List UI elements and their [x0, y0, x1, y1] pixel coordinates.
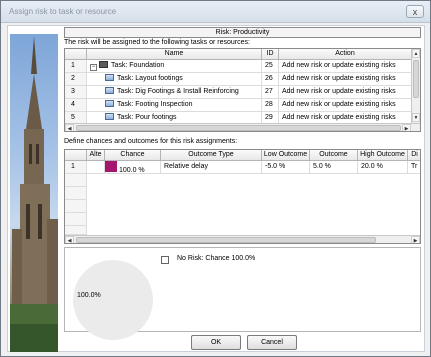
title-bar: Assign risk to task or resource x: [1, 1, 430, 23]
chance-value: 100.0 %: [118, 167, 145, 174]
table-row-id: 25: [262, 60, 279, 73]
outcome-type-cell[interactable]: Relative delay: [161, 161, 262, 174]
empty-row: [65, 187, 87, 200]
scroll-right-icon[interactable]: ▶: [411, 236, 420, 243]
table-row-action[interactable]: Add new risk or update existing risks: [279, 86, 412, 99]
risk-chart-panel: 100.0% No Risk: Chance 100.0%: [64, 247, 421, 340]
legend-swatch: [161, 256, 169, 264]
task-icon: [105, 100, 114, 107]
empty-row: [65, 226, 87, 235]
scroll-left-icon[interactable]: ◀: [65, 124, 74, 131]
outcomes-grid: Alte Chance Outcome Type Low Outcome Out…: [64, 149, 421, 244]
window-title: Assign risk to task or resource: [9, 7, 117, 16]
tasks-vertical-scrollbar[interactable]: ▲ ▼: [411, 49, 420, 123]
close-button[interactable]: x: [406, 5, 424, 18]
table-row-number: 1: [65, 60, 87, 73]
task-icon: [105, 74, 114, 81]
table-row-number: 3: [65, 86, 87, 99]
tasks-header-name[interactable]: Name: [87, 49, 262, 60]
di-cell[interactable]: Tr: [408, 161, 420, 174]
outcomes-horizontal-scrollbar[interactable]: ◀ ▶: [65, 235, 420, 243]
summary-task-icon: [99, 61, 108, 68]
risk-color-swatch: [105, 161, 117, 172]
table-row-id: 28: [262, 99, 279, 112]
scroll-up-icon[interactable]: ▲: [412, 49, 420, 58]
tasks-horizontal-scrollbar[interactable]: ◀ ▶: [65, 123, 420, 131]
table-row-number: 4: [65, 99, 87, 112]
table-row-name[interactable]: Task: Dig Footings & Install Reinforcing: [87, 86, 262, 99]
table-row-id: 27: [262, 86, 279, 99]
cancel-button[interactable]: Cancel: [247, 335, 297, 350]
empty-row: [65, 213, 87, 226]
risk-title: Risk: Productivity: [64, 27, 421, 38]
task-name: Task: Pour footings: [117, 114, 177, 121]
high-outcome-cell[interactable]: 20.0 %: [358, 161, 408, 174]
outcomes-header-rownum: [65, 150, 87, 161]
tasks-header-action[interactable]: Action: [279, 49, 412, 60]
table-row-number: 2: [65, 73, 87, 86]
assign-label: The risk will be assigned to the followi…: [64, 39, 250, 46]
low-outcome-cell[interactable]: -5.0 %: [262, 161, 310, 174]
task-name: Task: Foundation: [111, 62, 165, 69]
outcomes-header-alte[interactable]: Alte: [87, 150, 105, 161]
outcome-chance-cell[interactable]: 100.0 %: [105, 161, 161, 174]
task-name: Task: Dig Footings & Install Reinforcing: [117, 88, 239, 95]
outcome-alternative[interactable]: [87, 161, 105, 174]
table-row-action[interactable]: Add new risk or update existing risks: [279, 60, 412, 73]
outcome-cell[interactable]: 5.0 %: [310, 161, 358, 174]
scroll-down-icon[interactable]: ▼: [412, 113, 420, 122]
collapse-icon[interactable]: −: [90, 64, 97, 71]
scroll-left-icon[interactable]: ◀: [65, 236, 74, 243]
table-row-name[interactable]: Task: Footing Inspection: [87, 99, 262, 112]
table-row-id: 26: [262, 73, 279, 86]
assign-risk-dialog: Assign risk to task or resource x Risk: …: [0, 0, 431, 357]
dialog-content: Risk: Productivity The risk will be assi…: [7, 25, 425, 352]
tasks-header-rownum: [65, 49, 87, 60]
outcomes-header-chance[interactable]: Chance: [105, 150, 161, 161]
scroll-thumb[interactable]: [413, 60, 419, 98]
outcomes-header-di[interactable]: Di: [408, 150, 420, 161]
outcomes-header-high-outcome[interactable]: High Outcome: [358, 150, 408, 161]
task-name: Task: Footing Inspection: [117, 101, 193, 108]
define-label: Define chances and outcomes for this ris…: [64, 138, 238, 145]
ok-button[interactable]: OK: [191, 335, 241, 350]
outcomes-header-low-outcome[interactable]: Low Outcome: [262, 150, 310, 161]
cathedral-image: [10, 34, 58, 352]
tasks-header-id[interactable]: ID: [262, 49, 279, 60]
table-row-name[interactable]: Task: Layout footings: [87, 73, 262, 86]
table-row-action[interactable]: Add new risk or update existing risks: [279, 73, 412, 86]
table-row-name[interactable]: − Task: Foundation: [87, 60, 262, 73]
scroll-right-icon[interactable]: ▶: [402, 124, 411, 131]
scroll-thumb[interactable]: [76, 237, 376, 243]
cathedral-illustration: [10, 36, 58, 352]
task-name: Task: Layout footings: [117, 75, 183, 82]
tasks-grid: Name ID Action 1 − Task: Foundation 25 Ad…: [64, 48, 421, 132]
task-icon: [105, 113, 114, 120]
legend-label: No Risk: Chance 100.0%: [177, 255, 256, 262]
outcomes-header-outcome[interactable]: Outcome: [310, 150, 358, 161]
task-icon: [105, 87, 114, 94]
outcomes-header-outcome-type[interactable]: Outcome Type: [161, 150, 262, 161]
pie-chart: [73, 260, 153, 340]
empty-row: [65, 174, 87, 187]
empty-row: [65, 200, 87, 213]
pie-slice-label: 100.0%: [77, 292, 101, 299]
outcome-row-number: 1: [65, 161, 87, 174]
scroll-thumb[interactable]: [76, 125, 401, 131]
table-row-action[interactable]: Add new risk or update existing risks: [279, 99, 412, 112]
